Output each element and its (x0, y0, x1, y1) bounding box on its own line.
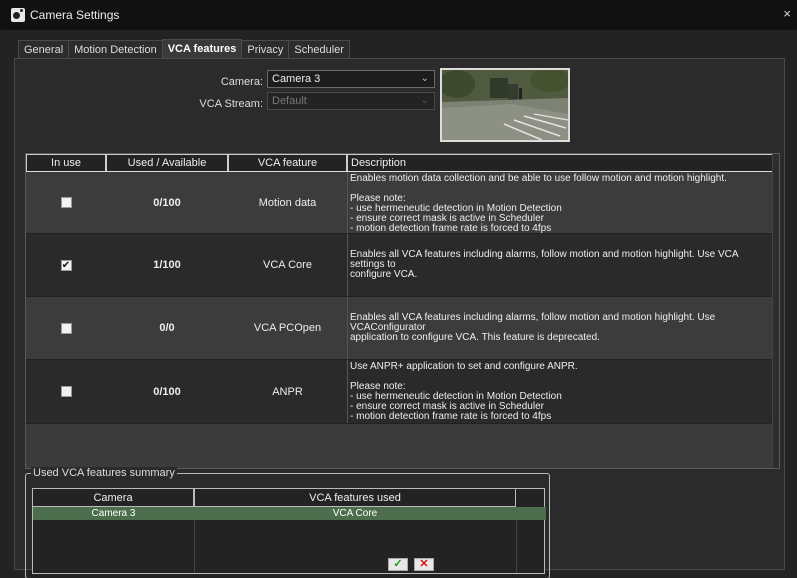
tab-bar: General Motion Detection VCA features Pr… (18, 39, 350, 58)
camera-preview-image (440, 68, 570, 142)
table-scrollbar[interactable] (772, 154, 779, 468)
used-available-cell: 0/0 (159, 322, 175, 334)
description-cell: Enables all VCA features including alarm… (347, 297, 773, 359)
summary-camera-cell: Camera 3 (91, 508, 136, 519)
in-use-cell (26, 172, 106, 233)
table-row[interactable]: 0/100 ANPR Use ANPR+ application to set … (26, 360, 773, 424)
vca-feature-cell: ANPR (272, 385, 303, 398)
used-available-cell: 1/100 (153, 259, 181, 271)
camera-select[interactable]: Camera 3 ⌄ (267, 70, 435, 88)
column-divider (516, 520, 517, 573)
tab-general[interactable]: General (18, 40, 70, 58)
in-use-checkbox[interactable] (60, 322, 72, 334)
camera-label: Camera: (220, 76, 263, 88)
dialog-buttons: ✓ ✕ (388, 558, 434, 571)
in-use-checkbox[interactable]: ✔ (60, 259, 72, 271)
check-icon: ✔ (61, 259, 71, 271)
summary-group: Used VCA features summary Camera VCA fea… (25, 467, 550, 578)
cancel-button[interactable]: ✕ (414, 558, 434, 571)
used-available-cell: 0/100 (153, 385, 181, 398)
summary-header-vca-features-used: VCA features used (194, 489, 516, 507)
column-header-in-use: In use (26, 154, 106, 171)
tab-privacy[interactable]: Privacy (241, 40, 290, 58)
column-header-used-available: Used / Available (106, 154, 228, 171)
vca-feature-cell: VCA PCOpen (253, 322, 322, 334)
column-divider (194, 520, 195, 573)
close-icon[interactable]: × (783, 6, 791, 21)
summary-features-cell: VCA Core (332, 508, 378, 519)
summary-row[interactable]: Camera 3 VCA Core (33, 507, 546, 520)
table-header: In use Used / Available VCA feature Desc… (26, 154, 773, 172)
chevron-down-icon: ⌄ (420, 73, 429, 84)
dialog-body: General Motion Detection VCA features Pr… (8, 30, 791, 578)
vca-features-table: In use Used / Available VCA feature Desc… (25, 153, 780, 469)
camera-settings-icon (11, 8, 25, 22)
in-use-cell (26, 297, 106, 359)
summary-legend: Used VCA features summary (31, 467, 177, 479)
vca-feature-cell: VCA Core (263, 259, 312, 271)
chevron-down-icon: ⌄ (420, 95, 429, 106)
in-use-cell (26, 360, 106, 423)
tab-scheduler[interactable]: Scheduler (288, 40, 350, 58)
window-title: Camera Settings (30, 8, 120, 22)
vca-stream-label: VCA Stream: (199, 98, 263, 110)
vca-stream-select[interactable]: Default ⌄ (267, 92, 435, 110)
description-cell: Enables motion data collection and be ab… (347, 172, 773, 234)
camera-select-value: Camera 3 (272, 73, 321, 85)
tab-motion-detection[interactable]: Motion Detection (68, 40, 163, 58)
table-row[interactable]: 0/0 VCA PCOpen Enables all VCA features … (26, 297, 773, 360)
table-row[interactable]: 0/100 Motion data Enables motion data co… (26, 172, 773, 234)
column-header-vca-feature: VCA feature (228, 154, 347, 171)
vca-features-panel: Camera: Camera 3 ⌄ VCA Stream: Default ⌄ (14, 58, 785, 578)
description-cell: Enables all VCA features including alarm… (347, 234, 773, 296)
vca-stream-select-value: Default (272, 95, 307, 107)
tab-vca-features[interactable]: VCA features (161, 39, 243, 58)
in-use-checkbox[interactable] (60, 386, 72, 397)
used-available-cell: 0/100 (153, 196, 181, 209)
in-use-checkbox[interactable] (60, 197, 72, 208)
vca-feature-cell: Motion data (258, 196, 317, 209)
summary-table: Camera VCA features used Camera 3 VCA Co… (32, 488, 546, 574)
column-header-description: Description (347, 154, 773, 171)
description-cell: Use ANPR+ application to set and configu… (347, 360, 773, 423)
title-bar: Camera Settings × (0, 0, 797, 30)
summary-header-camera: Camera (33, 489, 194, 507)
in-use-cell: ✔ (26, 234, 106, 296)
table-row[interactable]: ✔ 1/100 VCA Core Enables all VCA feature… (26, 234, 773, 297)
ok-button[interactable]: ✓ (388, 558, 408, 571)
